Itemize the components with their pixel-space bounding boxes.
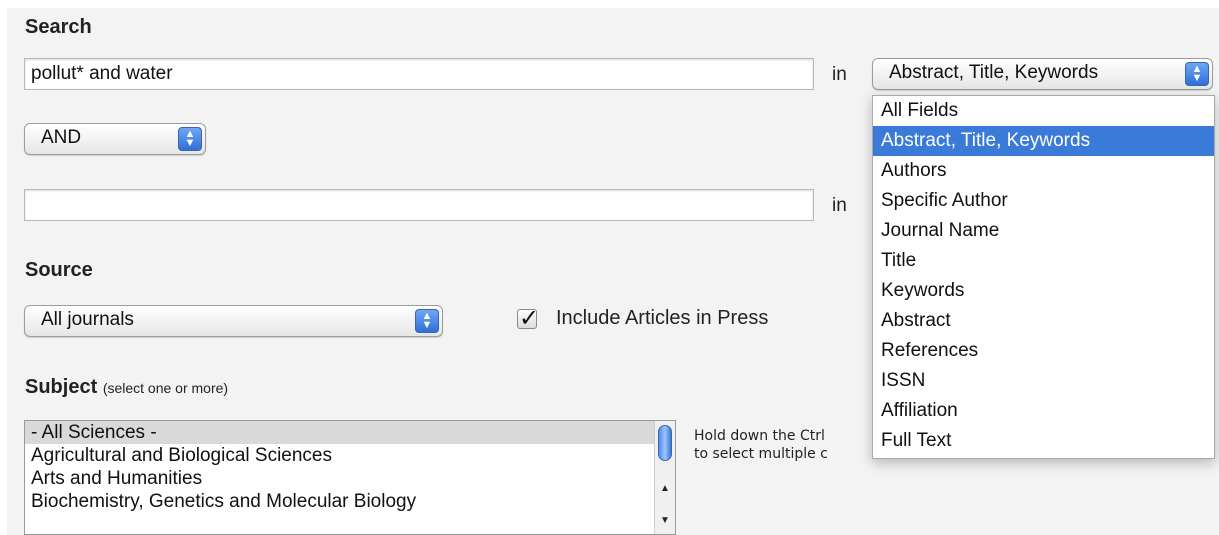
list-item[interactable]: Biochemistry, Genetics and Molecular Bio… — [25, 490, 675, 513]
source-select-value: All journals — [41, 309, 134, 330]
dropdown-option-title[interactable]: Title — [873, 246, 1214, 276]
subject-heading: Subject (select one or more) — [25, 376, 228, 399]
source-heading: Source — [25, 259, 93, 281]
list-item[interactable]: Agricultural and Biological Sciences — [25, 444, 675, 467]
include-articles-label[interactable]: Include Articles in Press — [556, 307, 768, 330]
field-select[interactable]: Abstract, Title, Keywords ▲ ▼ — [872, 58, 1213, 90]
search-query-input-2[interactable] — [24, 189, 814, 221]
in-label-1: in — [832, 64, 847, 85]
subject-heading-text: Subject — [25, 376, 98, 398]
field-select-dropdown[interactable]: All Fields Abstract, Title, Keywords Aut… — [872, 95, 1215, 459]
scroll-thumb[interactable] — [658, 425, 672, 461]
source-select[interactable]: All journals ▲ ▼ — [24, 305, 443, 337]
subject-note: (select one or more) — [102, 380, 229, 396]
dropdown-option-keywords[interactable]: Keywords — [873, 276, 1214, 306]
dropdown-option-affiliation[interactable]: Affiliation — [873, 396, 1214, 426]
subject-listbox[interactable]: - All Sciences - Agricultural and Biolog… — [24, 420, 676, 535]
dropdown-option-full-text[interactable]: Full Text — [873, 426, 1214, 456]
dropdown-option-references[interactable]: References — [873, 336, 1214, 366]
updown-arrows-icon: ▲ ▼ — [178, 127, 202, 151]
include-articles-checkbox[interactable]: ✓ — [517, 305, 539, 332]
dropdown-option-specific-author[interactable]: Specific Author — [873, 186, 1214, 216]
list-item[interactable]: Arts and Humanities — [25, 467, 675, 490]
dropdown-option-issn[interactable]: ISSN — [873, 366, 1214, 396]
hint-line-2: to select multiple c — [694, 446, 828, 462]
search-query-input-1[interactable] — [24, 58, 814, 90]
in-label-2: in — [832, 195, 847, 216]
dropdown-option-journal-name[interactable]: Journal Name — [873, 216, 1214, 246]
checkmark-icon: ✓ — [519, 305, 540, 332]
multi-select-hint: Hold down the Ctrl to select multiple c — [694, 427, 828, 463]
hint-line-1: Hold down the Ctrl — [694, 428, 825, 444]
search-heading: Search — [25, 16, 92, 38]
dropdown-option-authors[interactable]: Authors — [873, 156, 1214, 186]
updown-arrows-icon: ▲ ▼ — [1185, 62, 1209, 86]
scroll-down-arrow-icon[interactable]: ▼ — [660, 515, 670, 526]
dropdown-option-abstract[interactable]: Abstract — [873, 306, 1214, 336]
operator-select-value: AND — [41, 127, 82, 148]
operator-select[interactable]: AND ▲ ▼ — [24, 123, 206, 155]
dropdown-option-all-fields[interactable]: All Fields — [873, 96, 1214, 126]
dropdown-option-abstract-title-keywords[interactable]: Abstract, Title, Keywords — [873, 126, 1214, 156]
listbox-scrollbar[interactable]: ▲ ▼ — [654, 421, 675, 534]
list-item[interactable]: - All Sciences - — [25, 421, 675, 444]
scroll-up-arrow-icon[interactable]: ▲ — [660, 483, 670, 494]
updown-arrows-icon: ▲ ▼ — [415, 309, 439, 333]
field-select-value: Abstract, Title, Keywords — [889, 62, 1099, 83]
